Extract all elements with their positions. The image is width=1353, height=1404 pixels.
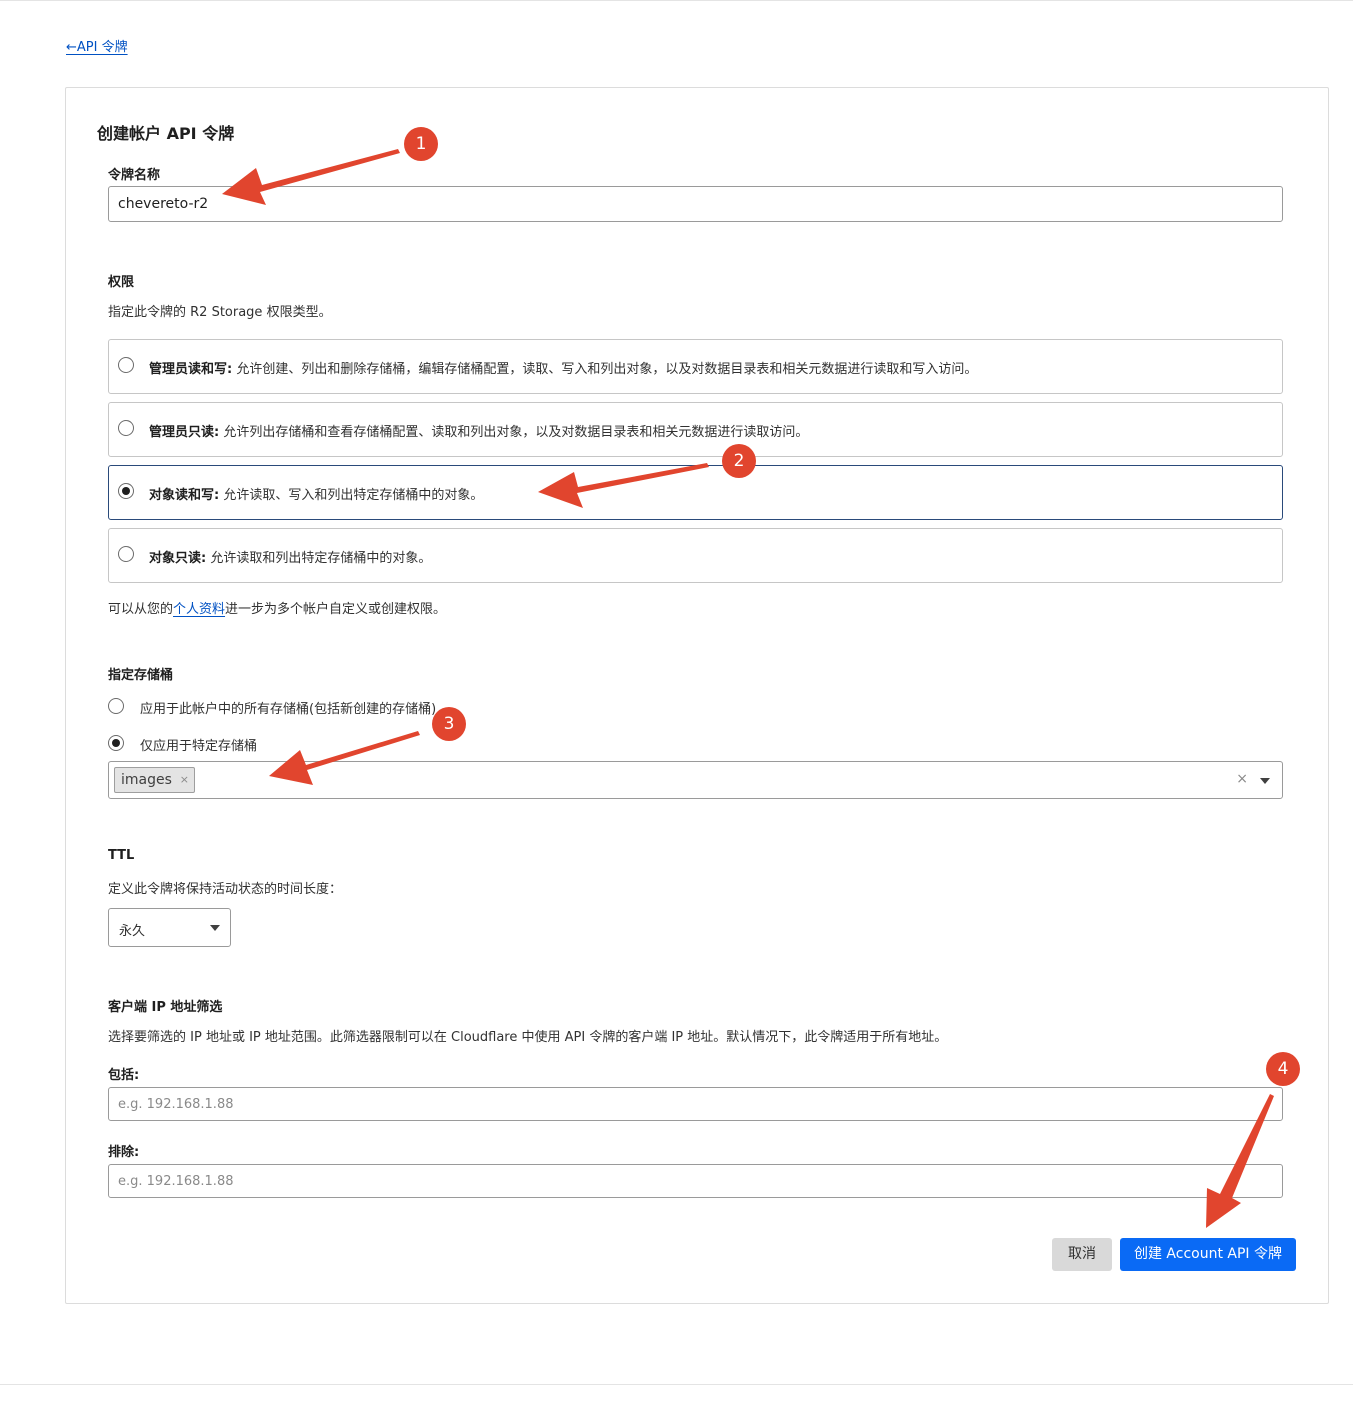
exclude-ip-input[interactable] bbox=[108, 1164, 1283, 1198]
chevron-down-icon bbox=[210, 925, 220, 931]
ttl-selected-value: 永久 bbox=[119, 924, 146, 939]
cancel-button[interactable]: 取消 bbox=[1052, 1238, 1112, 1271]
include-ip-input[interactable] bbox=[108, 1087, 1283, 1121]
permissions-note: 可以从您的个人资料进一步为多个帐户自定义或创建权限。 bbox=[108, 602, 447, 617]
ttl-label: TTL bbox=[108, 848, 135, 863]
permission-option-text: 对象读和写: 允许读取、写入和列出特定存储桶中的对象。 bbox=[149, 488, 484, 503]
back-to-api-tokens-link[interactable]: ←API 令牌 bbox=[66, 36, 128, 55]
create-token-card bbox=[65, 87, 1329, 1304]
radio-button[interactable] bbox=[118, 420, 134, 436]
chevron-down-icon[interactable] bbox=[1260, 778, 1270, 784]
annotation-marker-4: 4 bbox=[1266, 1052, 1300, 1086]
permissions-label: 权限 bbox=[108, 275, 135, 290]
bucket-option-all-label: 应用于此帐户中的所有存储桶(包括新创建的存储桶) bbox=[140, 702, 437, 717]
include-label: 包括: bbox=[108, 1068, 140, 1083]
permission-option-text: 管理员读和写: 允许创建、列出和删除存储桶，编辑存储桶配置，读取、写入和列出对象… bbox=[149, 362, 978, 377]
bucket-option-specific[interactable]: 仅应用于特定存储桶 bbox=[108, 734, 288, 754]
bucket-tag: images × bbox=[114, 767, 195, 793]
permission-option-object-read-write[interactable]: 对象读和写: 允许读取、写入和列出特定存储桶中的对象。 bbox=[108, 465, 1283, 520]
footer-divider bbox=[0, 1384, 1353, 1385]
page-title: 创建帐户 API 令牌 bbox=[97, 124, 235, 143]
annotation-marker-3: 3 bbox=[432, 707, 466, 741]
bucket-tag-label: images bbox=[121, 772, 172, 788]
bucket-option-specific-label: 仅应用于特定存储桶 bbox=[140, 739, 258, 754]
permission-option-text: 管理员只读: 允许列出存储桶和查看存储桶配置、读取和列出对象，以及对数据目录表和… bbox=[149, 425, 809, 440]
permission-option-admin-read-only[interactable]: 管理员只读: 允许列出存储桶和查看存储桶配置、读取和列出对象，以及对数据目录表和… bbox=[108, 402, 1283, 457]
bucket-multiselect[interactable]: images × × bbox=[108, 761, 1283, 799]
buckets-label: 指定存储桶 bbox=[108, 668, 174, 683]
radio-button[interactable] bbox=[118, 357, 134, 373]
create-token-button[interactable]: 创建 Account API 令牌 bbox=[1120, 1238, 1296, 1271]
top-divider bbox=[0, 0, 1353, 1]
bucket-option-all[interactable]: 应用于此帐户中的所有存储桶(包括新创建的存储桶) bbox=[108, 697, 468, 717]
remove-tag-icon[interactable]: × bbox=[180, 768, 189, 792]
radio-button-selected[interactable] bbox=[108, 735, 124, 751]
ip-filter-label: 客户端 IP 地址筛选 bbox=[108, 1000, 223, 1015]
radio-button[interactable] bbox=[118, 546, 134, 562]
radio-button[interactable] bbox=[108, 698, 124, 714]
annotation-marker-1: 1 bbox=[404, 127, 438, 161]
permission-option-text: 对象只读: 允许读取和列出特定存储桶中的对象。 bbox=[149, 551, 432, 566]
profile-link[interactable]: 个人资料 bbox=[173, 602, 225, 617]
permission-option-admin-read-write[interactable]: 管理员读和写: 允许创建、列出和删除存储桶，编辑存储桶配置，读取、写入和列出对象… bbox=[108, 339, 1283, 394]
permission-option-object-read-only[interactable]: 对象只读: 允许读取和列出特定存储桶中的对象。 bbox=[108, 528, 1283, 583]
ip-filter-description: 选择要筛选的 IP 地址或 IP 地址范围。此筛选器限制可以在 Cloudfla… bbox=[108, 1030, 948, 1045]
clear-selection-icon[interactable]: × bbox=[1236, 771, 1248, 787]
ttl-description: 定义此令牌将保持活动状态的时间长度： bbox=[108, 882, 343, 897]
ttl-select[interactable]: 永久 bbox=[108, 908, 231, 947]
token-name-label: 令牌名称 bbox=[108, 168, 161, 183]
annotation-marker-2: 2 bbox=[722, 444, 756, 478]
radio-button-selected[interactable] bbox=[118, 483, 134, 499]
permissions-description: 指定此令牌的 R2 Storage 权限类型。 bbox=[108, 305, 332, 320]
exclude-label: 排除: bbox=[108, 1145, 140, 1160]
token-name-input[interactable] bbox=[108, 186, 1283, 222]
